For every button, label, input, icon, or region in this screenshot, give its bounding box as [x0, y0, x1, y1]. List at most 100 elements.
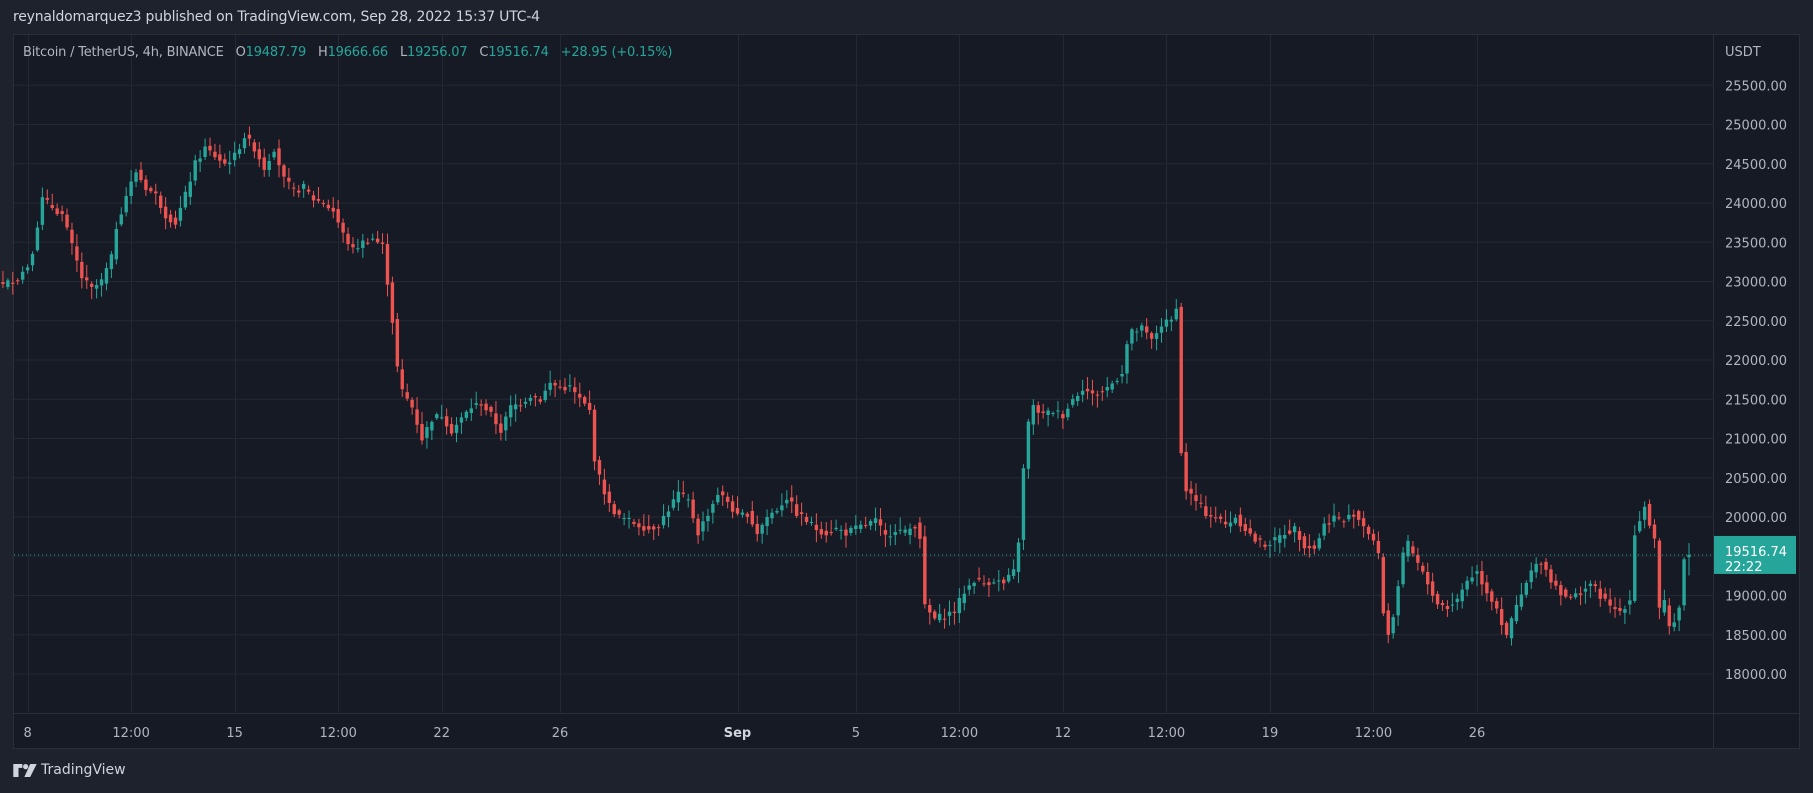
candle-body[interactable] [464, 411, 469, 418]
candle-body[interactable] [400, 369, 404, 390]
candle-body[interactable] [223, 159, 227, 164]
candle-body[interactable] [1006, 574, 1011, 582]
candle-body[interactable] [548, 382, 552, 390]
candle-body[interactable] [430, 421, 434, 431]
candle-body[interactable] [198, 158, 202, 162]
candle-body[interactable] [1583, 588, 1588, 592]
candle-body[interactable] [1179, 306, 1183, 454]
candle-body[interactable] [425, 427, 429, 438]
candle-body[interactable] [70, 229, 74, 244]
candle-body[interactable] [1440, 602, 1445, 606]
candle-body[interactable] [257, 149, 261, 160]
candle-body[interactable] [1559, 585, 1563, 596]
candle-body[interactable] [1509, 618, 1514, 639]
candle-body[interactable] [1332, 515, 1336, 522]
candle-body[interactable] [804, 516, 809, 523]
candle-body[interactable] [1115, 381, 1119, 383]
candle-body[interactable] [282, 165, 286, 177]
candle-body[interactable] [854, 525, 858, 529]
candle-body[interactable] [183, 191, 188, 208]
candle-body[interactable] [1214, 517, 1218, 519]
candle-body[interactable] [1164, 319, 1169, 327]
candle-body[interactable] [1396, 586, 1400, 616]
candle-body[interactable] [839, 529, 843, 531]
candle-body[interactable] [119, 214, 123, 225]
candle-body[interactable] [1430, 581, 1435, 596]
candle-body[interactable] [188, 181, 192, 197]
candle-body[interactable] [1243, 524, 1247, 531]
candle-body[interactable] [1628, 600, 1632, 605]
candle-body[interactable] [60, 211, 64, 215]
candle-body[interactable] [918, 522, 922, 539]
candle-body[interactable] [193, 160, 197, 181]
candle-body[interactable] [1445, 606, 1450, 610]
candle-body[interactable] [1588, 583, 1593, 587]
candle-body[interactable] [1228, 522, 1233, 527]
candle-body[interactable] [1051, 412, 1055, 414]
candle-body[interactable] [1534, 563, 1538, 573]
candle-body[interactable] [321, 203, 326, 205]
candle-body[interactable] [977, 577, 981, 580]
candle-body[interactable] [868, 520, 873, 526]
candle-body[interactable] [479, 404, 483, 406]
candle-body[interactable] [652, 526, 656, 530]
candle-body[interactable] [1085, 388, 1090, 392]
candle-body[interactable] [1465, 580, 1469, 590]
candle-body[interactable] [578, 393, 582, 398]
candle-body[interactable] [154, 191, 158, 194]
candle-body[interactable] [474, 403, 478, 405]
candle-body[interactable] [824, 530, 828, 536]
candle-body[interactable] [1263, 544, 1267, 547]
candle-body[interactable] [1573, 593, 1578, 598]
candle-body[interactable] [326, 204, 331, 209]
candle-body[interactable] [647, 526, 651, 530]
candle-body[interactable] [237, 149, 242, 155]
candle-body[interactable] [306, 189, 311, 192]
candle-body[interactable] [834, 527, 838, 530]
candle-body[interactable] [933, 611, 937, 619]
candle-body[interactable] [494, 413, 498, 425]
candle-body[interactable] [637, 523, 641, 528]
candle-body[interactable] [272, 151, 276, 158]
candle-body[interactable] [1519, 594, 1524, 607]
candle-body[interactable] [149, 188, 153, 192]
candle-body[interactable] [942, 618, 947, 620]
candle-body[interactable] [533, 396, 538, 398]
candle-body[interactable] [405, 392, 409, 399]
candle-body[interactable] [139, 169, 143, 181]
candle-body[interactable] [1598, 588, 1602, 599]
candle-body[interactable] [642, 526, 646, 531]
candle-body[interactable] [656, 527, 661, 529]
candle-body[interactable] [794, 504, 799, 516]
candle-body[interactable] [809, 522, 814, 524]
candle-body[interactable] [65, 214, 69, 228]
candle-body[interactable] [568, 385, 572, 387]
candle-body[interactable] [1455, 598, 1459, 603]
candle-body[interactable] [755, 523, 759, 535]
candle-body[interactable] [1514, 604, 1519, 622]
candle-body[interactable] [1189, 488, 1193, 494]
candle-body[interactable] [1110, 383, 1114, 390]
candle-body[interactable] [898, 529, 902, 531]
candle-body[interactable] [1366, 526, 1371, 535]
candle-body[interactable] [602, 479, 607, 495]
candle-body[interactable] [622, 518, 626, 520]
candle-body[interactable] [1302, 536, 1307, 549]
candle-body[interactable] [415, 409, 419, 425]
candle-body[interactable] [1677, 607, 1681, 621]
candle-body[interactable] [1638, 521, 1642, 532]
candle-body[interactable] [94, 285, 99, 289]
candle-body[interactable] [972, 582, 976, 587]
candle-body[interactable] [89, 283, 94, 287]
candle-body[interactable] [346, 233, 350, 245]
candle-body[interactable] [888, 536, 893, 538]
candle-body[interactable] [1347, 514, 1351, 520]
candle-body[interactable] [711, 503, 715, 513]
candle-body[interactable] [1125, 344, 1129, 374]
candle-body[interactable] [587, 402, 592, 410]
candle-body[interactable] [509, 405, 513, 418]
candle-body[interactable] [1682, 559, 1686, 606]
candle-body[interactable] [775, 510, 779, 513]
candle-body[interactable] [351, 244, 355, 248]
candle-body[interactable] [913, 526, 917, 529]
